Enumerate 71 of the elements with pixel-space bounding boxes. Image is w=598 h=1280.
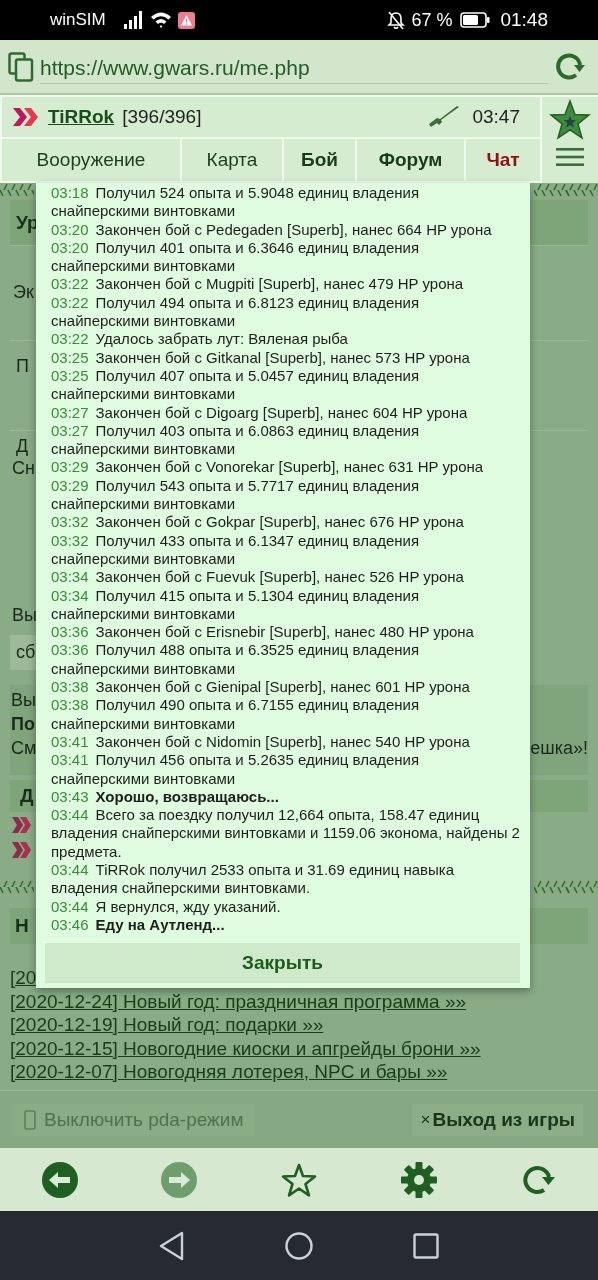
nav-tab[interactable]: Вооружение (2, 139, 180, 181)
log-entry: 03:32 Закончен бой с Gokpar [Superb], нанес 676 HP урона (51, 513, 465, 532)
notice-text: Вы (11, 689, 36, 711)
log-entry: 03:25 Закончен бой с Gitkanal [Superb], нанес 573 HP урона (51, 348, 471, 367)
stat-label: Д (16, 435, 29, 457)
close-button[interactable]: Закрыть (45, 943, 520, 984)
star-icon[interactable] (549, 99, 591, 141)
notice-text: ешка»! (530, 737, 588, 759)
log-entry: 03:27 Закончен бой с Digoarg [Superb], нанес 604 HP урона (51, 403, 469, 422)
garland-drawing (534, 880, 598, 894)
nav-tab[interactable]: Бой (284, 139, 355, 181)
garland-drawing (0, 880, 34, 894)
log-entry: 03:25 Получил 407 опыта и 5.0457 единиц владения снайперскими винтовками (51, 366, 421, 404)
log-entry: 03:38 Получил 490 опыта и 6.7155 единиц владения снайперскими винтовками (51, 696, 421, 733)
log-entry: 03:29 Получил 543 опыта и 5.7717 единиц владения снайперскими винтовками (51, 476, 421, 514)
log-entry: 03:27 Получил 403 опыта и 6.0863 единиц владения снайперскими винтовками (51, 421, 421, 459)
phone-icon (24, 1109, 36, 1130)
menu-icon[interactable] (556, 147, 584, 167)
recent-apps-icon[interactable] (413, 1233, 439, 1259)
rifle-icon (428, 106, 461, 128)
copy-icon[interactable] (8, 51, 34, 82)
field-label: Вы (12, 604, 37, 626)
chevron-icon[interactable] (12, 840, 32, 859)
settings-icon[interactable] (399, 1160, 438, 1199)
log-entry: 03:34 Закончен бой с Fuevuk [Superb], нанес 526 HP урона (51, 568, 465, 587)
log-entry: 03:46 Еду на Аутленд... (51, 915, 226, 935)
log-entry: 03:38 Закончен бой с Gienipal [Superb], нанес 601 HP урона (51, 678, 471, 697)
reload-icon[interactable] (554, 51, 586, 82)
log-entry: 03:34 Получил 415 опыта и 5.1304 единиц владения снайперскими винтовками (51, 586, 421, 624)
log-entry: 03:22 Удалось забрать лут: Вяленая рыба (51, 330, 349, 349)
news-link[interactable]: [2020-12-15] Новогодние киоски и апгрейды брони »» (10, 1036, 588, 1060)
nav-tab[interactable]: Форум (357, 139, 464, 181)
log-entry: 03:22 Закончен бой с Mugpiti [Superb], нанес 479 HP урона (51, 275, 465, 294)
chevron-icon[interactable] (12, 815, 32, 834)
stat-label: Сн (12, 457, 35, 479)
travel-timer: 03:47 (472, 106, 520, 128)
hp-counter: [396/396] (122, 106, 202, 128)
back-triangle-icon[interactable] (159, 1231, 185, 1261)
garland-drawing (0, 183, 34, 197)
home-circle-icon[interactable] (285, 1232, 313, 1260)
star-icon[interactable] (281, 1161, 317, 1198)
chevron-logo-icon (12, 107, 40, 127)
log-entry: 03:36 Получил 488 опыта и 6.3525 единиц владения снайперскими винтовками (51, 641, 421, 678)
stat-label: П (16, 355, 29, 377)
exit-button[interactable]: ×Выход из игры (412, 1103, 583, 1136)
log-entry: 03:41 Закончен бой с Nidomin [Superb], нанес 540 HP урона (51, 732, 471, 752)
log-entry: 03:43 Хорошо, возвращаюсь... (51, 787, 280, 807)
garland-drawing (534, 183, 598, 197)
log-entry: 03:44 TiRRok получил 2533 опыта и 31.69 единиц навыка владения снайперскими винтовками. (51, 861, 456, 898)
battery-icon (460, 12, 491, 28)
log-entry: 03:20 Закончен бой с Pedegaden [Superb], нанес 664 HP урона (51, 220, 493, 239)
clock-time: 01:48 (500, 9, 548, 31)
player-link[interactable]: TiRRok (48, 106, 115, 128)
stat-label: Эк (13, 281, 34, 303)
carrier-name: winSIM (50, 10, 106, 30)
notice-text: По (11, 713, 35, 735)
log-entry: 03:22 Получил 494 опыта и 6.8123 единиц владения снайперскими винтовками (51, 293, 421, 331)
wifi-icon (149, 11, 172, 29)
news-link[interactable]: [2020-12-24] Новый год: праздничная программа »» (10, 989, 588, 1013)
nav-tab[interactable]: Карта (182, 139, 282, 181)
signal-icon (123, 11, 144, 29)
log-entry: 03:36 Закончен бой с Erisnebir [Superb], нанес 480 HP урона (51, 623, 475, 642)
news-link[interactable]: [2020-12-19] Новый год: подарки »» (10, 1013, 588, 1037)
notice-text: См (11, 737, 37, 759)
log-entry: 03:32 Получил 433 опыта и 6.1347 единиц владения снайперскими винтовками (51, 531, 421, 569)
warning-icon (177, 11, 195, 29)
news-link[interactable]: [2020-12-07] Новогодняя лотерея, NPC и бары »» (10, 1060, 588, 1084)
battery-percent: 67 % (411, 9, 453, 31)
muted-bell-icon (387, 10, 406, 30)
log-entry: 03:29 Закончен бой с Vonorekar [Superb], нанес 631 HP урона (51, 458, 485, 477)
nav-tab[interactable]: Чат (466, 139, 540, 181)
